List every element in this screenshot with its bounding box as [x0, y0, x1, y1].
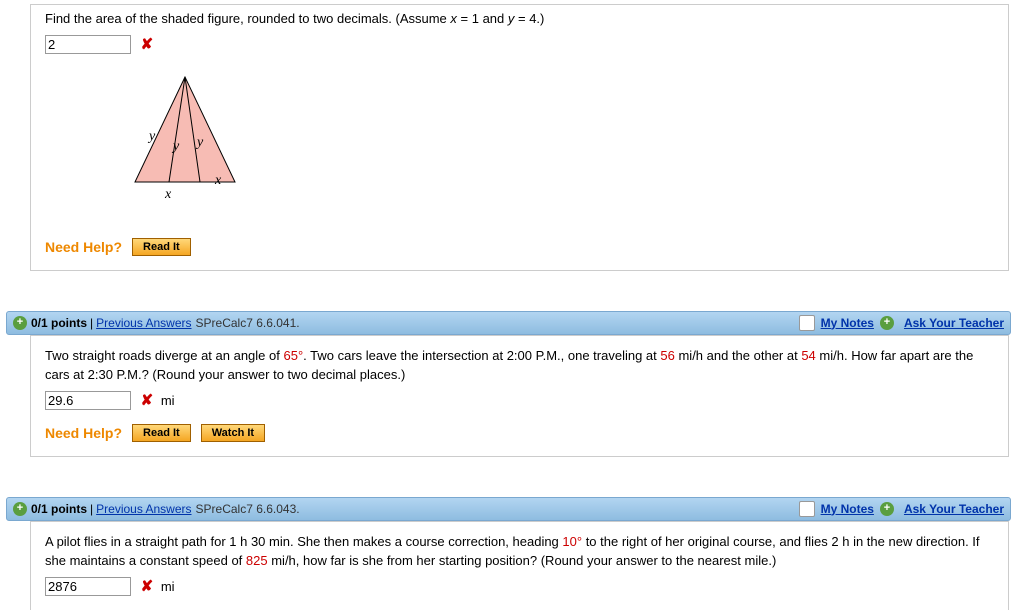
q6-need-help: Need Help? Read It — [45, 238, 994, 256]
q7-answer-row: ✘ mi — [45, 391, 994, 410]
q8-prompt: A pilot flies in a straight path for 1 h… — [45, 532, 994, 571]
q8-t1: A pilot flies in a straight path for 1 h… — [45, 534, 562, 549]
q8-unit: mi — [161, 579, 175, 594]
incorrect-icon: ✘ — [141, 36, 154, 53]
fig-label-y2: y — [171, 139, 180, 154]
ask-teacher-link[interactable]: Ask Your Teacher — [904, 316, 1004, 330]
question-6-body: Find the area of the shaded figure, roun… — [30, 4, 1009, 271]
q7-assignment-id: SPreCalc7 6.6.041. — [196, 316, 300, 330]
q6-answer-row: ✘ — [45, 35, 994, 54]
ask-plus-icon[interactable]: + — [880, 502, 894, 516]
notes-icon[interactable] — [799, 501, 815, 517]
q6-prompt: Find the area of the shaded figure, roun… — [45, 9, 994, 29]
q7-t3: mi/h and the other at — [675, 348, 801, 363]
previous-answers-link[interactable]: Previous Answers — [96, 502, 191, 516]
q8-assignment-id: SPreCalc7 6.6.043. — [196, 502, 300, 516]
watch-it-button[interactable]: Watch It — [201, 424, 265, 442]
my-notes-link[interactable]: My Notes — [821, 502, 874, 516]
question-7-body: Two straight roads diverge at an angle o… — [30, 335, 1009, 457]
q6-figure: y y y x x — [105, 72, 265, 220]
q7-sp1: 56 — [660, 348, 674, 363]
q6-text2: = 1 and — [457, 11, 508, 26]
question-8-body: A pilot flies in a straight path for 1 h… — [30, 521, 1009, 610]
need-help-label: Need Help? — [45, 239, 122, 255]
expand-icon[interactable]: + — [13, 316, 27, 330]
q8-deg: 10° — [562, 534, 582, 549]
question-8-header: 8. + 0/1 points | Previous Answers SPreC… — [6, 497, 1011, 521]
question-7-header: 7. + 0/1 points | Previous Answers SPreC… — [6, 311, 1011, 335]
read-it-button[interactable]: Read It — [132, 238, 191, 256]
q7-t1: Two straight roads diverge at an angle o… — [45, 348, 283, 363]
separator: | — [90, 316, 93, 330]
separator: | — [90, 502, 93, 516]
notes-icon[interactable] — [799, 315, 815, 331]
fig-label-y3: y — [195, 135, 204, 150]
fig-label-x2: x — [214, 173, 222, 188]
q8-header-right: My Notes + Ask Your Teacher — [799, 501, 1004, 517]
q7-need-help: Need Help? Read It Watch It — [45, 424, 994, 442]
q7-header-right: My Notes + Ask Your Teacher — [799, 315, 1004, 331]
my-notes-link[interactable]: My Notes — [821, 316, 874, 330]
need-help-label: Need Help? — [45, 425, 122, 441]
q8-t3: mi/h, how far is she from her starting p… — [268, 553, 777, 568]
incorrect-icon: ✘ — [141, 578, 154, 595]
previous-answers-link[interactable]: Previous Answers — [96, 316, 191, 330]
q7-deg: 65° — [283, 348, 303, 363]
q8-points: 0/1 points — [31, 502, 87, 516]
q6-answer-input[interactable] — [45, 35, 131, 54]
q7-points: 0/1 points — [31, 316, 87, 330]
q7-answer-input[interactable] — [45, 391, 131, 410]
ask-plus-icon[interactable]: + — [880, 316, 894, 330]
q8-answer-row: ✘ mi — [45, 577, 994, 596]
incorrect-icon: ✘ — [141, 392, 154, 409]
fig-label-y1: y — [147, 129, 156, 144]
q7-t2: . Two cars leave the intersection at 2:0… — [303, 348, 660, 363]
q6-text: Find the area of the shaded figure, roun… — [45, 11, 450, 26]
ask-teacher-link[interactable]: Ask Your Teacher — [904, 502, 1004, 516]
q7-sp2: 54 — [801, 348, 815, 363]
fig-label-x1: x — [164, 187, 172, 202]
q6-text3: = 4.) — [514, 11, 544, 26]
expand-icon[interactable]: + — [13, 502, 27, 516]
q8-sp1: 825 — [246, 553, 268, 568]
q8-answer-input[interactable] — [45, 577, 131, 596]
q7-prompt: Two straight roads diverge at an angle o… — [45, 346, 994, 385]
read-it-button[interactable]: Read It — [132, 424, 191, 442]
q7-unit: mi — [161, 393, 175, 408]
